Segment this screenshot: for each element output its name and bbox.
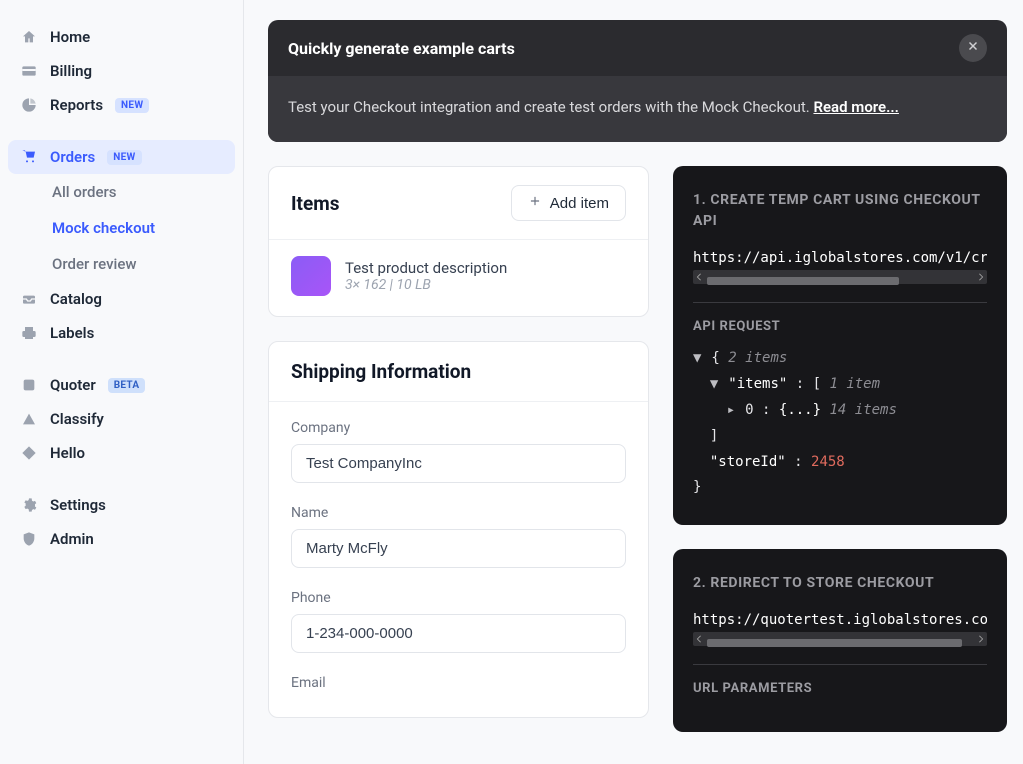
badge-beta: BETA [108, 378, 146, 393]
sidebar-item-billing[interactable]: Billing [8, 54, 235, 88]
plus-icon [528, 194, 542, 212]
sidebar-item-orders[interactable]: Orders NEW [8, 140, 235, 174]
read-more-link[interactable]: Read more... [813, 98, 898, 116]
main-content: Quickly generate example carts Test your… [244, 0, 1023, 764]
code-url-2: https://quotertest.iglobalstores.com [693, 612, 987, 628]
item-row[interactable]: Test product description 3× 162 | 10 LB [269, 240, 648, 316]
gear-icon [20, 496, 38, 514]
close-icon [966, 39, 980, 57]
item-description: Test product description [345, 259, 507, 277]
sidebar-item-reports[interactable]: Reports NEW [8, 88, 235, 122]
item-meta: 3× 162 | 10 LB [345, 277, 507, 293]
cart-icon [20, 148, 38, 166]
sidebar-label-home: Home [50, 28, 90, 46]
diamond-icon [20, 444, 38, 462]
shipping-card: Shipping Information Company Name Phone [268, 341, 649, 718]
sidebar-sub-all-orders[interactable]: All orders [8, 174, 235, 210]
sidebar-label-orders: Orders [50, 148, 95, 166]
badge-new: NEW [107, 150, 141, 165]
name-input[interactable] [291, 529, 626, 568]
close-button[interactable] [959, 34, 987, 62]
sidebar-label-hello: Hello [50, 444, 85, 462]
phone-label: Phone [291, 590, 626, 606]
home-icon [20, 28, 38, 46]
items-title: Items [291, 192, 339, 215]
horizontal-scrollbar[interactable] [693, 632, 987, 646]
sidebar-item-home[interactable]: Home [8, 20, 235, 54]
code-panel-2: 2. REDIRECT TO STORE CHECKOUT https://qu… [673, 549, 1007, 732]
horizontal-scrollbar[interactable] [693, 270, 987, 284]
shipping-title: Shipping Information [291, 360, 471, 383]
info-banner: Quickly generate example carts Test your… [268, 20, 1007, 142]
square-icon [20, 376, 38, 394]
sidebar-item-quoter[interactable]: Quoter BETA [8, 368, 235, 402]
sidebar: Home Billing Reports NEW Orders NEW All … [0, 0, 244, 764]
sidebar-sub-order-review[interactable]: Order review [8, 246, 235, 282]
sidebar-label-quoter: Quoter [50, 376, 96, 394]
sidebar-item-labels[interactable]: Labels [8, 316, 235, 350]
sidebar-label-settings: Settings [50, 496, 106, 514]
banner-title: Quickly generate example carts [288, 39, 515, 58]
credit-card-icon [20, 62, 38, 80]
sidebar-item-classify[interactable]: Classify [8, 402, 235, 436]
triangle-icon [20, 410, 38, 428]
item-thumbnail [291, 256, 331, 296]
items-card: Items Add item Test product description … [268, 166, 649, 317]
banner-text: Test your Checkout integration and creat… [288, 98, 813, 116]
sidebar-item-catalog[interactable]: Catalog [8, 282, 235, 316]
code-step-2: 2. REDIRECT TO STORE CHECKOUT [693, 573, 987, 594]
code-url-1: https://api.iglobalstores.com/v1/cre [693, 250, 987, 266]
sidebar-label-admin: Admin [50, 530, 94, 548]
sidebar-label-reports: Reports [50, 96, 103, 114]
name-label: Name [291, 505, 626, 521]
sidebar-label-labels: Labels [50, 324, 94, 342]
api-request-label: API REQUEST [693, 319, 987, 334]
sidebar-sub-mock-checkout[interactable]: Mock checkout [8, 210, 235, 246]
json-viewer[interactable]: ▼ { 2 items ▼ "items" : [ 1 item ▸ 0 : {… [693, 346, 987, 501]
url-params-label: URL PARAMETERS [693, 681, 987, 696]
email-label: Email [291, 675, 626, 691]
printer-icon [20, 324, 38, 342]
sidebar-item-admin[interactable]: Admin [8, 522, 235, 556]
sidebar-label-classify: Classify [50, 410, 104, 428]
pie-chart-icon [20, 96, 38, 114]
badge-new: NEW [115, 98, 149, 113]
add-item-label: Add item [550, 195, 609, 212]
company-input[interactable] [291, 444, 626, 483]
shield-icon [20, 530, 38, 548]
company-label: Company [291, 420, 626, 436]
sidebar-label-billing: Billing [50, 62, 92, 80]
sidebar-item-settings[interactable]: Settings [8, 488, 235, 522]
code-panel-1: 1. CREATE TEMP CART USING CHECKOUT API h… [673, 166, 1007, 525]
phone-input[interactable] [291, 614, 626, 653]
code-step-1: 1. CREATE TEMP CART USING CHECKOUT API [693, 190, 987, 232]
inbox-icon [20, 290, 38, 308]
sidebar-label-catalog: Catalog [50, 290, 102, 308]
sidebar-item-hello[interactable]: Hello [8, 436, 235, 470]
add-item-button[interactable]: Add item [511, 185, 626, 221]
